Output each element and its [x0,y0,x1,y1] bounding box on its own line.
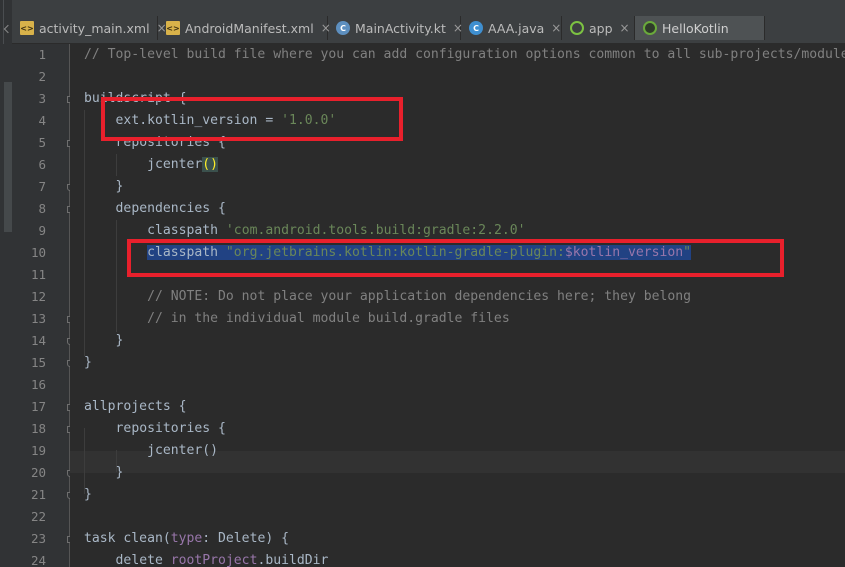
comment-text: // NOTE: Do not place your application d… [147,289,692,304]
code-text: jcenter [147,157,203,172]
tab-label: app [589,20,613,36]
tab-label: activity_main.xml [39,20,150,36]
java-class-icon: C [469,21,483,35]
line-number: 23 [30,531,46,546]
annotation-box-kotlin-version [101,97,403,141]
code-line-24: delete rootProject.buildDir [84,550,329,567]
line-number: 9 [38,223,46,238]
code-line-17: allprojects { [84,396,186,418]
line-number: 1 [38,47,46,62]
xml-file-icon: <> [20,21,34,35]
line-number: 14 [30,333,46,348]
code-line-8: dependencies { [84,198,226,220]
code-line-13: // in the individual module build.gradle… [84,308,510,330]
line-number: 19 [30,443,46,458]
code-text: } [115,333,124,348]
code-line-12: // NOTE: Do not place your application d… [84,286,691,308]
code-text: delete [115,553,171,567]
code-text: } [84,355,92,370]
tab-main-activity-kt[interactable]: C MainActivity.kt × [328,16,463,40]
line-number: 16 [30,377,46,392]
matched-paren: ) [210,157,219,172]
close-icon[interactable]: × [620,21,630,35]
named-argument: type [170,531,203,546]
tab-label: MainActivity.kt [355,20,446,36]
scroll-tabs-left-icon[interactable] [3,24,13,34]
string-literal: 'com.android.tools.build:gradle:2.2.0' [225,223,526,238]
code-text: .buildDir [257,553,329,567]
property-reference: rootProject [170,553,258,567]
line-number: 18 [30,421,46,436]
code-line-21: } [84,484,92,506]
matched-paren: ( [202,157,211,172]
line-number: 8 [38,201,46,216]
tab-activity-main-xml[interactable]: <> activity_main.xml × [12,16,167,40]
code-line-15: } [84,352,92,374]
ide-window: <> activity_main.xml × <> AndroidManifes… [0,0,845,567]
code-text: repositories { [115,421,226,436]
code-line-6: jcenter() [84,154,219,176]
code-line-19: jcenter() [84,440,218,462]
line-number: 21 [30,487,46,502]
line-number: 10 [30,245,46,260]
code-line-18: repositories { [84,418,226,440]
gradle-icon [570,21,584,35]
line-number: 24 [30,553,46,567]
line-number: 11 [30,267,46,282]
kotlin-class-icon: C [336,21,350,35]
code-text: } [115,465,124,480]
tab-app[interactable]: app × [562,16,635,40]
line-number: 7 [38,179,46,194]
code-line-20: } [84,462,124,484]
line-number: 20 [30,465,46,480]
line-number: 17 [30,399,46,414]
comment-text: // in the individual module build.gradle… [147,311,510,326]
manifest-file-icon: <> [166,21,180,35]
tab-bar-separator [3,0,4,44]
code-line-14: } [84,330,124,352]
code-text: allprojects { [84,399,187,414]
code-line-1: // Top-level build file where you can ad… [84,44,845,66]
code-text: dependencies { [115,201,226,216]
tab-label: AndroidManifest.xml [185,20,314,36]
code-line-23: task clean(type: Delete) { [84,528,289,550]
editor-tab-bar: <> activity_main.xml × <> AndroidManifes… [0,0,845,44]
code-editor[interactable]: // Top-level build file where you can ad… [70,44,845,567]
left-tool-strip [0,44,12,567]
tab-label: AAA.java [488,20,545,36]
line-number-gutter: 1 2 3 4 5 6 7 8 9 10 11 12 13 14 15 16 1… [12,44,74,567]
line-number: 15 [30,355,46,370]
code-text: classpath [147,223,226,238]
line-number: 12 [30,289,46,304]
tab-aaa-java[interactable]: C AAA.java × [461,16,562,40]
tab-label: HelloKotlin [662,20,729,36]
annotation-box-kotlin-classpath [127,239,784,277]
line-number: 6 [38,157,46,172]
scroll-marker [4,82,12,232]
code-text: task clean( [84,531,171,546]
code-line-7: } [84,176,124,198]
gradle-icon [643,21,657,35]
code-text: } [84,487,92,502]
code-text: } [115,179,124,194]
line-number: 13 [30,311,46,326]
code-text: jcenter() [147,443,219,458]
line-number: 2 [38,69,46,84]
line-number: 5 [38,135,46,150]
close-icon[interactable]: × [551,21,561,35]
tab-android-manifest-xml[interactable]: <> AndroidManifest.xml × [158,16,331,40]
line-number: 4 [38,113,46,128]
line-number: 3 [38,91,46,106]
comment-text: // Top-level build file where you can ad… [84,47,845,62]
tab-hello-kotlin[interactable]: HelloKotlin [635,16,765,40]
line-number: 22 [30,509,46,524]
tab-bar-edge [0,0,13,44]
code-text: : Delete) { [202,531,289,546]
